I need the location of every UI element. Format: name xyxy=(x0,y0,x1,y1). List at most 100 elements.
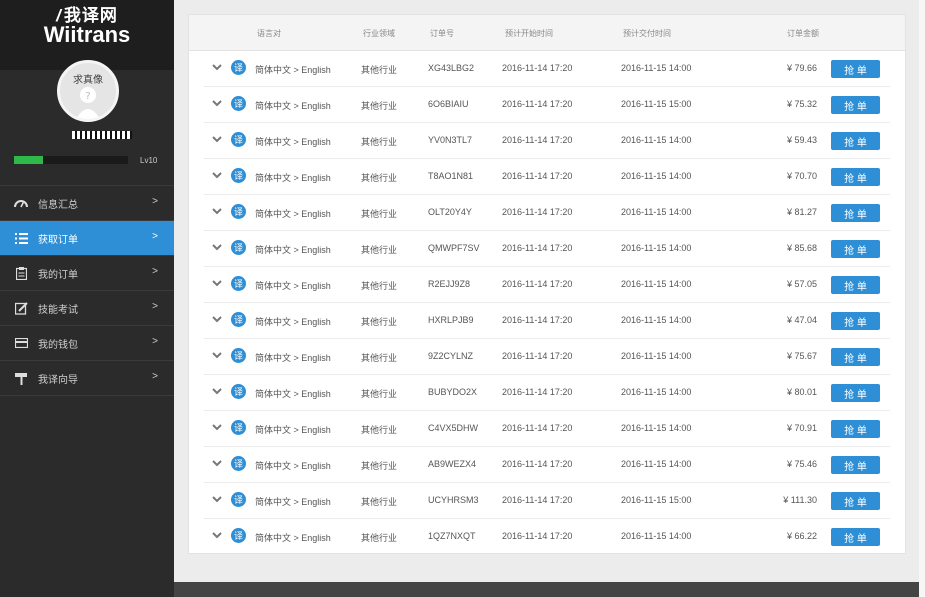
translate-badge-icon: 译 xyxy=(231,168,246,183)
cell-start-time: 2016-11-14 17:20 xyxy=(502,207,573,217)
cell-amount: ¥ 47.04 xyxy=(786,315,817,325)
cell-start-time: 2016-11-14 17:20 xyxy=(502,423,573,433)
sidebar-item-4[interactable]: 我的钱包 > xyxy=(0,326,174,361)
cell-end-time: 2016-11-15 14:00 xyxy=(621,171,692,181)
cell-language-pair: 简体中文 > English xyxy=(255,497,331,507)
chevron-right-icon: > xyxy=(152,266,158,277)
cell-field: 其他行业 xyxy=(361,425,398,435)
cell-language-pair: 简体中文 > English xyxy=(255,101,331,111)
cell-field: 其他行业 xyxy=(361,497,398,507)
cell-start-time: 2016-11-14 17:20 xyxy=(502,63,573,73)
table-row: 译简体中文 > English 其他行业 QMWPF7SV 2016-11-14 17… xyxy=(189,231,905,267)
grab-order-button[interactable]: 抢 单 xyxy=(831,384,880,402)
cell-start-time: 2016-11-14 17:20 xyxy=(502,351,573,361)
list-icon xyxy=(14,231,28,245)
table-row: 译简体中文 > English 其他行业 YV0N3TL7 2016-11-14 17… xyxy=(189,123,905,159)
cell-order-id: 1QZ7NXQT xyxy=(428,531,476,541)
cell-start-time: 2016-11-14 17:20 xyxy=(502,495,573,505)
grab-order-button[interactable]: 抢 单 xyxy=(831,60,880,78)
cell-amount: ¥ 70.91 xyxy=(786,423,817,433)
grab-order-button[interactable]: 抢 单 xyxy=(831,348,880,366)
cell-field: 其他行业 xyxy=(361,245,398,255)
table-row: 译简体中文 > English 其他行业 9Z2CYLNZ 2016-11-14 17… xyxy=(189,339,905,375)
cell-amount: ¥ 75.46 xyxy=(786,459,817,469)
level-progress-bar xyxy=(14,156,128,164)
grab-order-button[interactable]: 抢 单 xyxy=(831,420,880,438)
chevron-down-icon[interactable] xyxy=(211,349,223,361)
cell-amount: ¥ 85.68 xyxy=(786,243,817,253)
chevron-down-icon[interactable] xyxy=(211,529,223,541)
cell-order-id: HXRLPJB9 xyxy=(428,315,474,325)
translate-badge-icon: 译 xyxy=(231,492,246,507)
cell-start-time: 2016-11-14 17:20 xyxy=(502,279,573,289)
header-order-id: 订单号 xyxy=(430,29,454,38)
table-row: 译简体中文 > English 其他行业 C4VX5DHW 2016-11-14 17… xyxy=(189,411,905,447)
profile: 求真像 ? Lv10 xyxy=(0,60,174,185)
grab-order-button[interactable]: 抢 单 xyxy=(831,240,880,258)
cell-field: 其他行业 xyxy=(361,209,398,219)
chevron-down-icon[interactable] xyxy=(211,385,223,397)
grab-order-button[interactable]: 抢 单 xyxy=(831,456,880,474)
cell-amount: ¥ 57.05 xyxy=(786,279,817,289)
cell-end-time: 2016-11-15 14:00 xyxy=(621,531,692,541)
chevron-down-icon[interactable] xyxy=(211,421,223,433)
translate-badge-icon: 译 xyxy=(231,60,246,75)
grab-order-button[interactable]: 抢 单 xyxy=(831,96,880,114)
grab-order-button[interactable]: 抢 单 xyxy=(831,528,880,546)
cell-amount: ¥ 75.67 xyxy=(786,351,817,361)
sidebar-item-3[interactable]: 技能考试 > xyxy=(0,291,174,326)
chevron-down-icon[interactable] xyxy=(211,457,223,469)
chevron-down-icon[interactable] xyxy=(211,241,223,253)
grab-order-button[interactable]: 抢 单 xyxy=(831,312,880,330)
grab-order-button[interactable]: 抢 单 xyxy=(831,492,880,510)
cell-end-time: 2016-11-15 14:00 xyxy=(621,351,692,361)
chevron-right-icon: > xyxy=(152,196,158,207)
sidebar-item-2[interactable]: 我的订单 > xyxy=(0,256,174,291)
table-row: 译简体中文 > English 其他行业 AB9WEZX4 2016-11-14 17… xyxy=(189,447,905,483)
grab-order-button[interactable]: 抢 单 xyxy=(831,168,880,186)
grab-order-button[interactable]: 抢 单 xyxy=(831,204,880,222)
table-row: 译简体中文 > English 其他行业 UCYHRSM3 2016-11-14 17… xyxy=(189,483,905,519)
chevron-down-icon[interactable] xyxy=(211,277,223,289)
speedometer-icon xyxy=(14,196,28,210)
chevron-down-icon[interactable] xyxy=(211,169,223,181)
chevron-down-icon[interactable] xyxy=(211,61,223,73)
cell-language-pair: 简体中文 > English xyxy=(255,533,331,543)
chevron-down-icon[interactable] xyxy=(211,313,223,325)
cell-end-time: 2016-11-15 14:00 xyxy=(621,315,692,325)
avatar[interactable]: 求真像 ? xyxy=(57,60,119,122)
table-row: 译简体中文 > English 其他行业 R2EJJ9Z8 2016-11-14 17… xyxy=(189,267,905,303)
cell-order-id: UCYHRSM3 xyxy=(428,495,479,505)
sidebar-item-5[interactable]: 我译向导 > xyxy=(0,361,174,396)
grab-order-button[interactable]: 抢 单 xyxy=(831,276,880,294)
table-row: 译简体中文 > English 其他行业 HXRLPJB9 2016-11-14 17… xyxy=(189,303,905,339)
chevron-down-icon[interactable] xyxy=(211,493,223,505)
table-body: 译简体中文 > English 其他行业 XG43LBG2 2016-11-14 17… xyxy=(189,51,905,555)
chevron-down-icon[interactable] xyxy=(211,205,223,217)
cell-language-pair: 简体中文 > English xyxy=(255,425,331,435)
level-label: Lv10 xyxy=(140,156,158,165)
sidebar-item-label: 我的订单 xyxy=(38,269,78,281)
cell-order-id: OLT20Y4Y xyxy=(428,207,472,217)
chevron-down-icon[interactable] xyxy=(211,97,223,109)
translate-badge-icon: 译 xyxy=(231,420,246,435)
cell-start-time: 2016-11-14 17:20 xyxy=(502,315,573,325)
cell-field: 其他行业 xyxy=(361,101,398,111)
level-progress-fill xyxy=(14,156,43,164)
sidebar-item-label: 获取订单 xyxy=(38,234,78,246)
cell-language-pair: 简体中文 > English xyxy=(255,137,331,147)
table-row: 译简体中文 > English 其他行业 XG43LBG2 2016-11-14 17… xyxy=(189,51,905,87)
grab-order-button[interactable]: 抢 单 xyxy=(831,132,880,150)
table-row: 译简体中文 > English 其他行业 T8AO1N81 2016-11-14 17… xyxy=(189,159,905,195)
cell-amount: ¥ 80.01 xyxy=(786,387,817,397)
translate-badge-icon: 译 xyxy=(231,456,246,471)
signpost-icon xyxy=(14,371,28,385)
chevron-down-icon[interactable] xyxy=(211,133,223,145)
cell-end-time: 2016-11-15 14:00 xyxy=(621,63,692,73)
sidebar-item-0[interactable]: 信息汇总 > xyxy=(0,186,174,221)
table-row: 译简体中文 > English 其他行业 BUBYDO2X 2016-11-14 17… xyxy=(189,375,905,411)
cell-end-time: 2016-11-15 14:00 xyxy=(621,459,692,469)
translate-badge-icon: 译 xyxy=(231,384,246,399)
sidebar-item-1[interactable]: 获取订单 > xyxy=(0,221,174,256)
sidebar: / 我译网 Wiitrans 求真像 ? Lv10 信息汇总 > 获取订单 > 我的订单 >… xyxy=(0,0,174,597)
